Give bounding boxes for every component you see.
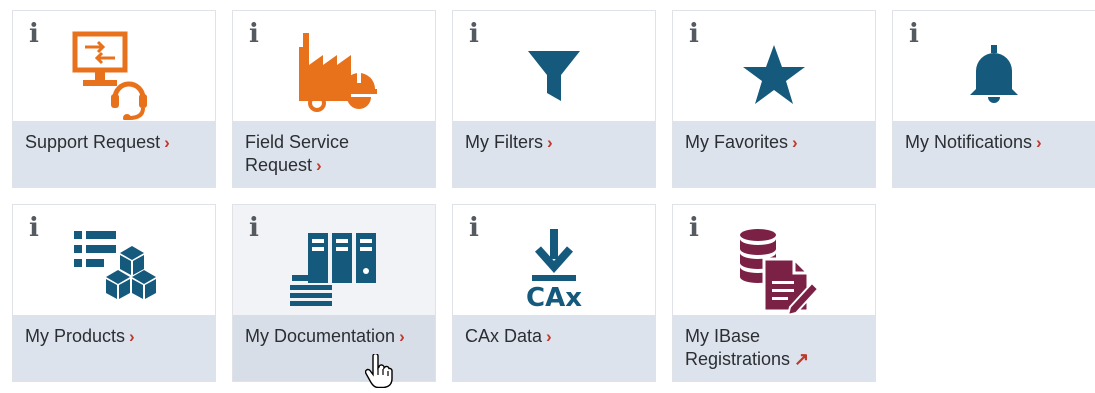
tile-label: My Documentation	[245, 326, 396, 346]
tile-my-filters[interactable]: i My Filters ›	[452, 10, 656, 188]
chevron-right-icon: ›	[399, 327, 405, 346]
tile-footer: My Products ›	[13, 315, 215, 381]
tile-my-ibase-registrations[interactable]: i My IBase Registrations ↗	[672, 204, 876, 382]
database-document-icon	[673, 217, 875, 321]
chevron-right-icon: ›	[129, 327, 135, 346]
tile-footer: My Filters ›	[453, 121, 655, 187]
star-icon	[673, 23, 875, 127]
tile-label-line-2: Request	[245, 155, 313, 175]
tile-my-products[interactable]: i My Products ›	[12, 204, 216, 382]
tile-footer: My Documentation ›	[233, 315, 435, 381]
tile-footer: My Notifications ›	[893, 121, 1095, 187]
filter-icon	[453, 23, 655, 127]
tile-label-line-1: My IBase	[685, 326, 761, 346]
tile-footer: CAx Data ›	[453, 315, 655, 381]
tile-label: CAx Data	[465, 326, 543, 346]
chevron-right-icon: ›	[547, 133, 553, 152]
tile-my-documentation[interactable]: i My Documentation ›	[232, 204, 436, 382]
tile-label: My Products	[25, 326, 126, 346]
documentation-icon	[233, 217, 435, 321]
hand-pointer-icon	[364, 352, 393, 389]
cax-download-icon: CAx	[453, 217, 655, 321]
factory-service-icon	[233, 23, 435, 127]
tile-label: My Filters	[465, 132, 543, 152]
support-icon	[13, 23, 215, 127]
tile-field-service-request[interactable]: i Field Service Request ›	[232, 10, 436, 188]
chevron-right-icon: ›	[1036, 133, 1042, 152]
bell-icon	[893, 23, 1095, 127]
tile-my-favorites[interactable]: i My Favorites ›	[672, 10, 876, 188]
cax-icon-text: CAx	[526, 283, 582, 313]
tile-label: My Favorites	[685, 132, 789, 152]
tile-footer: My Favorites ›	[673, 121, 875, 187]
chevron-right-icon: ›	[546, 327, 552, 346]
tile-footer: My IBase Registrations ↗	[673, 315, 875, 381]
external-link-icon: ↗	[794, 349, 810, 369]
tile-label: My Notifications	[905, 132, 1033, 152]
tile-my-notifications[interactable]: i My Notifications ›	[892, 10, 1095, 188]
products-icon	[13, 217, 215, 321]
tile-footer: Field Service Request ›	[233, 121, 435, 187]
tile-label-line-1: Field Service	[245, 132, 350, 152]
chevron-right-icon: ›	[164, 133, 170, 152]
chevron-right-icon: ›	[792, 133, 798, 152]
tile-label: Support Request	[25, 132, 161, 152]
tile-support-request[interactable]: i Support Request ›	[12, 10, 216, 188]
tile-cax-data[interactable]: i CAx CAx Data ›	[452, 204, 656, 382]
tile-footer: Support Request ›	[13, 121, 215, 187]
tile-label-line-2: Registrations	[685, 349, 791, 369]
chevron-right-icon: ›	[316, 156, 322, 175]
